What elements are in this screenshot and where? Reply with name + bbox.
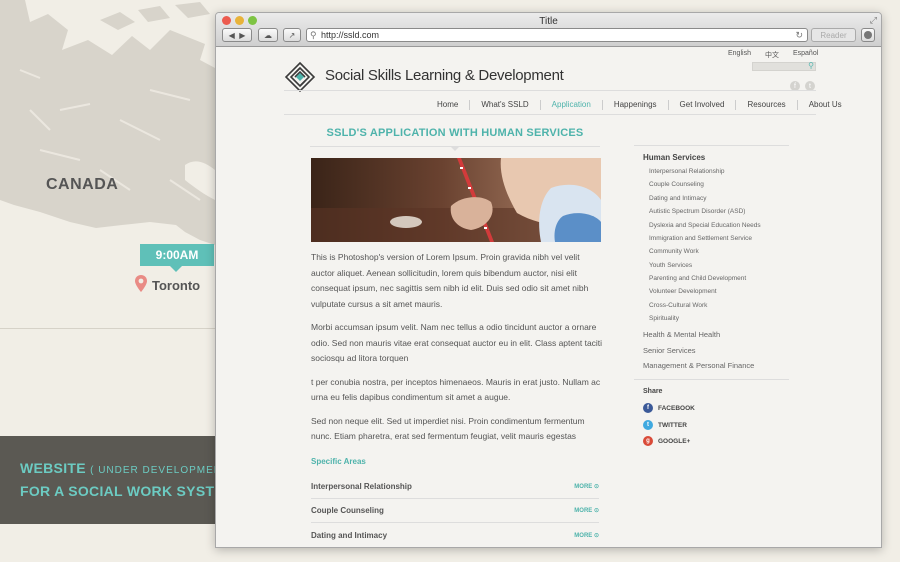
downloads-icon[interactable] [861,28,875,42]
area-label: Couple Counseling [311,506,384,515]
paragraph: This is Photoshop's version of Lorem Ips… [311,252,589,309]
banner-word: WEBSITE [20,460,86,476]
share-icon[interactable]: ↗ [283,28,301,42]
main-nav: Home What's SSLD Application Happenings … [426,100,853,110]
nav-application[interactable]: Application [539,100,602,110]
site-favicon-icon: ⚲ [310,30,317,40]
arrow-circle-icon: ⊙ [593,533,599,539]
sidebar-item[interactable]: Community Work [649,248,699,255]
share-label: GOOGLE+ [658,437,691,445]
article-body: This is Photoshop's version of Lorem Ips… [311,250,603,453]
heading-divider [310,146,600,151]
arrow-circle-icon: ⊙ [593,484,599,490]
area-label: Dating and Intimacy [311,531,388,540]
twitter-icon: t [643,420,653,430]
ssld-logo-icon [284,61,316,93]
paragraph: Sed non neque elit. Sed ut imperdiet nis… [311,415,585,442]
facebook-icon: f [643,403,653,413]
nav-home[interactable]: Home [426,100,469,110]
sidebar-category[interactable]: Senior Services [643,346,696,355]
location-pin-icon [135,275,147,292]
back-icon[interactable]: ◀ [229,31,235,40]
nav-happenings[interactable]: Happenings [601,100,668,110]
sidebar-item[interactable]: Immigration and Settlement Service [649,235,752,242]
nav-about-us[interactable]: About Us [796,100,853,110]
reload-icon[interactable]: ↻ [795,29,803,41]
city-label: Toronto [152,278,201,293]
paragraph: t per conubia nostra, per inceptos himen… [311,376,601,403]
nav-whats-ssld[interactable]: What's SSLD [469,100,539,110]
share-twitter[interactable]: t TWITTER [643,420,687,430]
lang-english[interactable]: English [728,50,751,60]
sidebar-item[interactable]: Youth Services [649,262,692,269]
browser-toolbar: Title ⤢ ◀ ▶ ☁ ↗ ⚲ http://ssld.com ↻ Read… [216,13,881,47]
sidebar-item[interactable]: Spirituality [649,315,679,322]
time-badge: 9:00AM [140,244,214,272]
more-link[interactable]: MORE ⊙ [574,507,599,514]
divider [634,379,789,380]
sidebar-item[interactable]: Dyslexia and Special Education Needs [649,222,761,229]
site-title[interactable]: Social Skills Learning & Development [325,67,564,84]
area-row[interactable]: Couple Counseling MORE ⊙ [311,499,599,523]
address-bar[interactable]: ⚲ http://ssld.com ↻ [306,28,808,42]
nav-resources[interactable]: Resources [735,100,796,110]
language-switcher: English 中文 Español [728,50,818,60]
google-plus-icon: g [643,436,653,446]
lang-chinese[interactable]: 中文 [765,50,779,60]
sidebar-category[interactable]: Health & Mental Health [643,330,720,339]
divider [284,90,816,91]
divider [0,328,215,329]
sidebar-item[interactable]: Volunteer Development [649,288,717,295]
sidebar-category[interactable]: Management & Personal Finance [643,361,754,370]
share-title: Share [643,388,663,395]
page-heading: SSLD's Application with Human Services [326,127,584,139]
paragraph: Morbi accumsan ipsum velit. Nam nec tell… [311,322,603,363]
area-label: Interpersonal Relationship [311,482,412,491]
sidebar-item[interactable]: Interpersonal Relationship [649,168,725,175]
sidebar-item[interactable]: Dating and Intimacy [649,195,706,202]
forward-icon[interactable]: ▶ [239,31,245,40]
reader-button[interactable]: Reader [811,28,856,42]
area-row[interactable]: Dating and Intimacy MORE ⊙ [311,524,599,547]
specific-areas-title: Specific Areas [311,457,366,466]
divider [284,114,816,115]
divider [634,145,789,146]
window-title: Title [539,16,558,27]
sidebar-item[interactable]: Cross-Cultural Work [649,302,707,309]
area-row[interactable]: Interpersonal Relationship MORE ⊙ [311,475,599,499]
project-banner: WEBSITE ( UNDER DEVELOPMENT ) FOR A SOCI… [0,436,236,524]
country-label: CANADA [46,176,119,193]
hero-image [311,158,601,242]
sidebar-item[interactable]: Parenting and Child Development [649,275,746,282]
web-page: Social Skills Learning & Development Eng… [216,48,881,547]
share-label: TWITTER [658,421,687,429]
fullscreen-icon[interactable]: ⤢ [870,15,877,26]
search-icon[interactable]: ⚲ [808,61,814,70]
sidebar-heading[interactable]: Human Services [643,153,705,162]
url-text: http://ssld.com [321,30,380,40]
browser-window: Title ⤢ ◀ ▶ ☁ ↗ ⚲ http://ssld.com ↻ Read… [215,12,882,548]
arrow-circle-icon: ⊙ [593,508,599,514]
share-google-plus[interactable]: g GOOGLE+ [643,436,690,446]
banner-line2: FOR A SOCIAL WORK SYSTEM [20,483,236,499]
search-input[interactable]: ⚲ [752,61,816,71]
lang-spanish[interactable]: Español [793,50,818,60]
more-link[interactable]: MORE ⊙ [574,483,599,490]
nav-get-involved[interactable]: Get Involved [667,100,736,110]
share-facebook[interactable]: f FACEBOOK [643,403,695,413]
icloud-icon[interactable]: ☁ [258,28,278,42]
more-link[interactable]: MORE ⊙ [574,532,599,539]
sidebar-item[interactable]: Autistic Spectrum Disorder (ASD) [649,208,745,215]
share-label: FACEBOOK [658,404,695,412]
back-forward-buttons[interactable]: ◀ ▶ [222,28,252,42]
sidebar-item[interactable]: Couple Counseling [649,181,704,188]
